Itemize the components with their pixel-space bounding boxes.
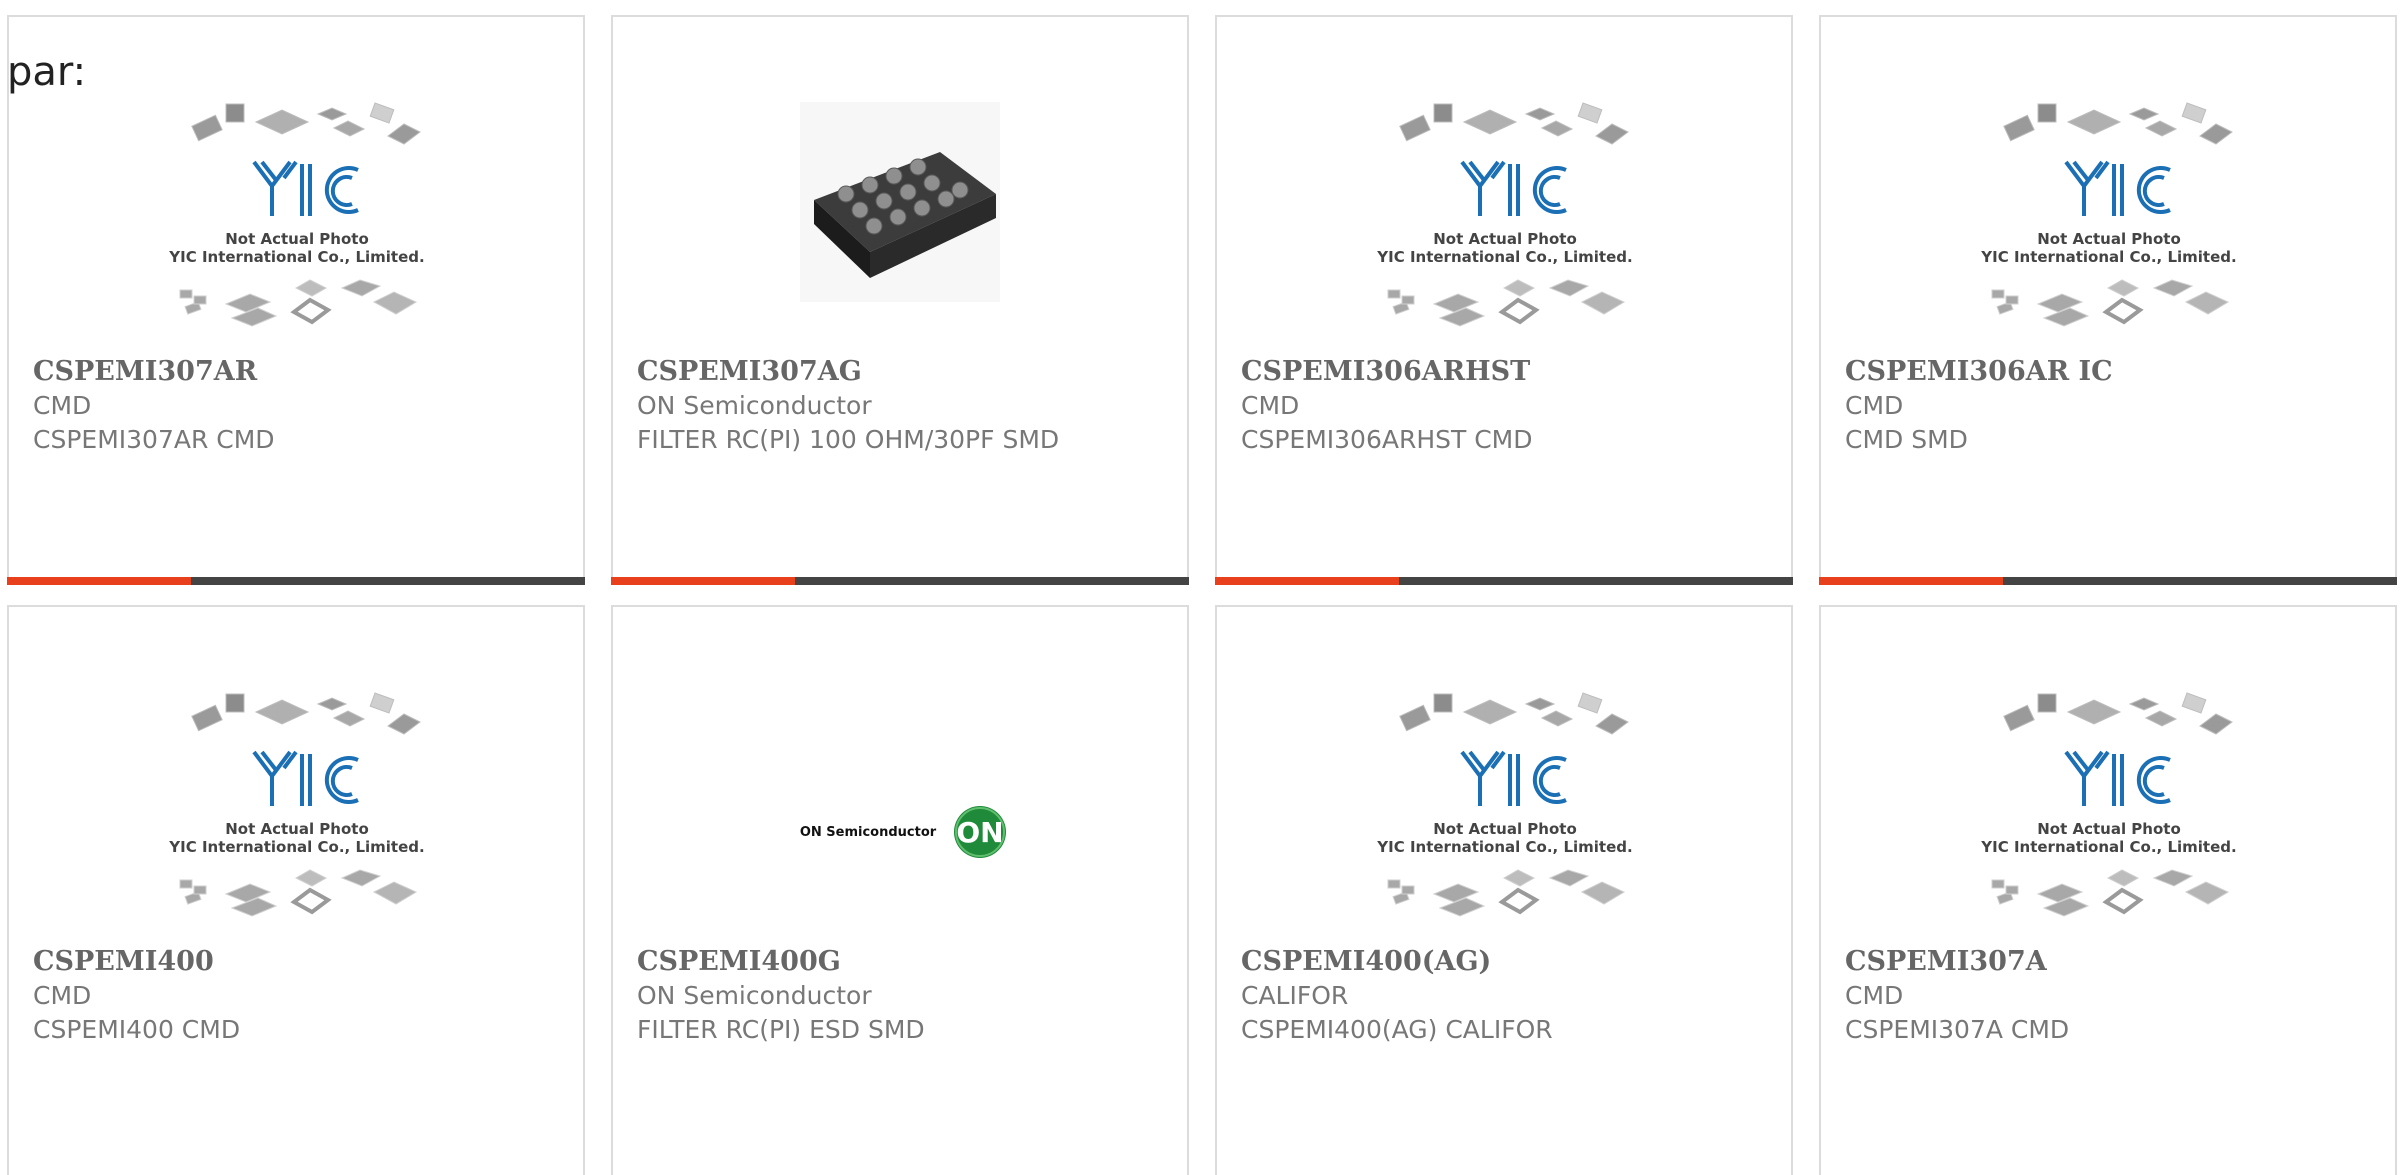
product-card[interactable]: Not Actual Photo YIC International Co., … <box>1215 605 1793 1175</box>
placeholder-photo-icon: Not Actual Photo YIC International Co., … <box>168 692 425 917</box>
product-info: CSPEMI306AR IC CMD CMD SMD <box>1845 355 2371 457</box>
product-card[interactable]: Not Actual Photo YIC International Co., … <box>1819 605 2397 1175</box>
on-semiconductor-logo-icon: ON Semiconductor ON <box>800 806 1006 858</box>
caption-not-actual: Not Actual Photo <box>2037 820 2181 838</box>
description: CMD SMD <box>1845 425 1968 454</box>
product-card[interactable]: ON Semiconductor ON CSPEMI400G ON Semico… <box>611 605 1189 1175</box>
placeholder-photo-icon: Not Actual Photo YIC International Co., … <box>1376 102 1633 327</box>
placeholder-photo-icon: Not Actual Photo YIC International Co., … <box>1980 692 2237 917</box>
caption-company: YIC International Co., Limited. <box>168 248 424 266</box>
product-card[interactable]: par: Not Actual Photo YIC International … <box>7 15 585 585</box>
caption-company: YIC International Co., Limited. <box>1376 248 1632 266</box>
product-info: CSPEMI307AG ON Semiconductor FILTER RC(P… <box>637 355 1163 457</box>
part-number-link[interactable]: CSPEMI306ARHST <box>1241 355 1767 389</box>
card-accent-bar <box>1819 577 2397 585</box>
part-number-link[interactable]: CSPEMI400 <box>33 945 559 979</box>
product-info: CSPEMI306ARHST CMD CSPEMI306ARHST CMD <box>1241 355 1767 457</box>
manufacturer: CMD <box>33 981 92 1010</box>
card-accent-bar <box>611 577 1189 585</box>
prefix-text: par: <box>7 49 87 95</box>
manufacturer: CMD <box>1845 981 1904 1010</box>
product-info: CSPEMI400(AG) CALIFOR CSPEMI400(AG) CALI… <box>1241 945 1767 1047</box>
product-info: CSPEMI400G ON Semiconductor FILTER RC(PI… <box>637 945 1163 1047</box>
product-info: CSPEMI307AR CMD CSPEMI307AR CMD <box>33 355 559 457</box>
on-badge-text: ON <box>956 816 1003 849</box>
product-card[interactable]: Not Actual Photo YIC International Co., … <box>1819 15 2397 585</box>
description: FILTER RC(PI) ESD SMD <box>637 1015 925 1044</box>
part-number-link[interactable]: CSPEMI307AR <box>33 355 559 389</box>
caption-company: YIC International Co., Limited. <box>1376 838 1632 856</box>
caption-not-actual: Not Actual Photo <box>225 230 369 248</box>
product-card[interactable]: CSPEMI307AG ON Semiconductor FILTER RC(P… <box>611 15 1189 585</box>
description: CSPEMI306ARHST CMD <box>1241 425 1533 454</box>
part-number-link[interactable]: CSPEMI400G <box>637 945 1163 979</box>
chip-photo-icon <box>800 102 1000 302</box>
caption-not-actual: Not Actual Photo <box>1433 820 1577 838</box>
product-info: CSPEMI307A CMD CSPEMI307A CMD <box>1845 945 2371 1047</box>
description: CSPEMI400(AG) CALIFOR <box>1241 1015 1553 1044</box>
part-number-link[interactable]: CSPEMI307A <box>1845 945 2371 979</box>
part-number-link[interactable]: CSPEMI306AR IC <box>1845 355 2371 389</box>
product-card[interactable]: Not Actual Photo YIC International Co., … <box>1215 15 1793 585</box>
manufacturer: CMD <box>1241 391 1300 420</box>
description: FILTER RC(PI) 100 OHM/30PF SMD <box>637 425 1060 454</box>
description: CSPEMI307A CMD <box>1845 1015 2070 1044</box>
manufacturer: ON Semiconductor <box>637 391 872 420</box>
card-accent-bar <box>7 577 585 585</box>
on-wordmark: ON Semiconductor <box>800 825 937 840</box>
placeholder-photo-icon: Not Actual Photo YIC International Co., … <box>1980 102 2237 327</box>
caption-not-actual: Not Actual Photo <box>1433 230 1577 248</box>
placeholder-photo-icon: Not Actual Photo YIC International Co., … <box>168 102 425 327</box>
caption-not-actual: Not Actual Photo <box>2037 230 2181 248</box>
part-number-link[interactable]: CSPEMI400(AG) <box>1241 945 1767 979</box>
caption-company: YIC International Co., Limited. <box>168 838 424 856</box>
caption-company: YIC International Co., Limited. <box>1980 838 2236 856</box>
product-info: CSPEMI400 CMD CSPEMI400 CMD <box>33 945 559 1047</box>
description: CSPEMI307AR CMD <box>33 425 275 454</box>
product-grid: par: Not Actual Photo YIC International … <box>0 0 2400 1175</box>
manufacturer: CMD <box>1845 391 1904 420</box>
description: CSPEMI400 CMD <box>33 1015 241 1044</box>
product-card[interactable]: Not Actual Photo YIC International Co., … <box>7 605 585 1175</box>
card-accent-bar <box>1215 577 1793 585</box>
part-number-link[interactable]: CSPEMI307AG <box>637 355 1163 389</box>
caption-not-actual: Not Actual Photo <box>225 820 369 838</box>
manufacturer: ON Semiconductor <box>637 981 872 1010</box>
manufacturer: CALIFOR <box>1241 981 1349 1010</box>
placeholder-photo-icon: Not Actual Photo YIC International Co., … <box>1376 692 1633 917</box>
caption-company: YIC International Co., Limited. <box>1980 248 2236 266</box>
manufacturer: CMD <box>33 391 92 420</box>
